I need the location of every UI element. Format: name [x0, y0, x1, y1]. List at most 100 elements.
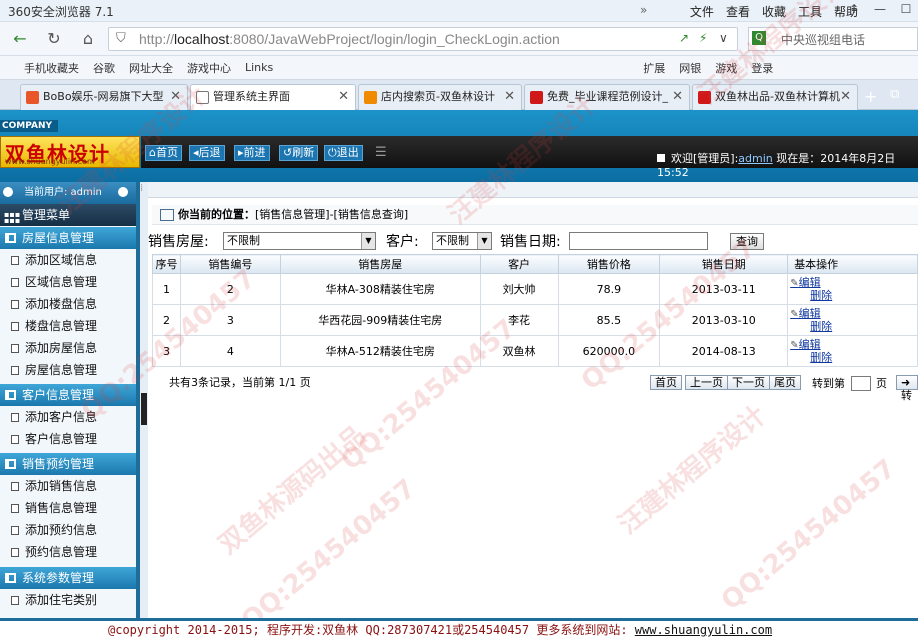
tab-admin-main[interactable]: 管理系统主界面 ✕: [190, 84, 356, 111]
sidebar-item-house-manage[interactable]: 房屋信息管理: [0, 359, 136, 381]
app-header: COMPANY 双鱼林设计 www.shuangyulin.com ⌂首页 ◂后…: [0, 110, 918, 182]
cell-customer: 刘大帅: [479, 273, 559, 305]
query-button[interactable]: 查询: [730, 233, 764, 250]
col-date: 销售日期: [659, 254, 789, 274]
minimize-icon[interactable]: —: [868, 0, 892, 20]
refresh-icon[interactable]: ↻: [42, 27, 66, 51]
house-filter-label: 销售房屋:: [148, 234, 209, 250]
home-button[interactable]: ⌂首页: [145, 145, 182, 161]
search-engine-icon[interactable]: Q: [752, 31, 766, 45]
sidebar-item-sale-manage[interactable]: 销售信息管理: [0, 497, 136, 519]
chevron-down-icon[interactable]: ∨: [719, 31, 728, 45]
new-tab-icon[interactable]: +: [864, 87, 877, 106]
restore-tab-icon[interactable]: ⧉: [890, 87, 899, 102]
customer-select[interactable]: 不限制 ▼: [432, 232, 492, 250]
bookmark-games-center[interactable]: 游戏中心: [187, 60, 231, 76]
menu-view[interactable]: 查看: [726, 3, 750, 20]
footer-site-link[interactable]: www.shuangyulin.com: [635, 623, 772, 637]
next-page-button[interactable]: 下一页: [727, 375, 770, 390]
logout-button[interactable]: ⏻退出: [324, 145, 363, 161]
company-label: COMPANY: [0, 120, 58, 132]
bookmark-mobile[interactable]: 手机收藏夹: [24, 60, 79, 76]
page-number-input[interactable]: [851, 376, 871, 391]
page-icon: [11, 504, 19, 513]
page-icon: [11, 344, 19, 353]
tab-bobo[interactable]: BoBo娱乐-网易旗下大型 ✕: [20, 84, 188, 110]
tab-shop-search[interactable]: 店内搜索页-双鱼林设计 ✕: [358, 84, 522, 110]
edit-link[interactable]: ✎编辑: [790, 307, 917, 321]
first-page-button[interactable]: 首页: [650, 375, 682, 390]
prev-page-button[interactable]: 上一页: [685, 375, 728, 390]
close-icon[interactable]: ✕: [840, 85, 851, 109]
sidebar-item-add-customer[interactable]: 添加客户信息: [0, 406, 136, 428]
cell-customer: 双鱼林: [479, 335, 559, 367]
house-select[interactable]: 不限制 ▼: [223, 232, 376, 250]
bookmark-google[interactable]: 谷歌: [93, 60, 115, 76]
last-page-button[interactable]: 尾页: [769, 375, 801, 390]
tab-label: 店内搜索页-双鱼林设计: [381, 90, 495, 103]
group-sales[interactable]: 销售预约管理: [0, 453, 136, 475]
toolbar-extensions[interactable]: 扩展: [643, 60, 665, 76]
welcome-user-link[interactable]: admin: [738, 152, 772, 165]
sidebar-item-customer-manage[interactable]: 客户信息管理: [0, 428, 136, 450]
pin-icon[interactable]: ⇞: [842, 0, 866, 20]
address-toolbar: ← ↻ ⌂ ⛉ http://localhost:8080/JavaWebPro…: [0, 22, 918, 56]
table-row: 1 2 华林A-308精装住宅房 刘大帅 78.9 2013-03-11 ✎编辑…: [152, 273, 918, 305]
sidebar-item-area-manage[interactable]: 区域信息管理: [0, 271, 136, 293]
home-icon[interactable]: ⌂: [76, 27, 100, 51]
refresh-button[interactable]: ↺刷新: [279, 145, 319, 161]
sidebar-item-add-house[interactable]: 添加房屋信息: [0, 337, 136, 359]
close-icon[interactable]: ✕: [504, 85, 515, 109]
menu-tools[interactable]: 工具: [798, 3, 822, 20]
page-icon: [11, 548, 19, 557]
edit-link[interactable]: ✎编辑: [790, 276, 917, 290]
edit-link[interactable]: ✎编辑: [790, 338, 917, 352]
close-icon[interactable]: ✕: [170, 85, 181, 109]
bolt-icon[interactable]: ⚡: [699, 31, 707, 45]
group-system[interactable]: 系统参数管理: [0, 567, 136, 589]
toolbar-games[interactable]: 游戏: [715, 60, 737, 76]
sidebar-item-add-sale[interactable]: 添加销售信息: [0, 475, 136, 497]
sidebar-item-building-manage[interactable]: 楼盘信息管理: [0, 315, 136, 337]
goto-button[interactable]: ➜转: [896, 375, 918, 402]
close-icon[interactable]: ✕: [672, 85, 683, 109]
back-icon[interactable]: ←: [8, 27, 32, 51]
menu-icon[interactable]: ☰: [375, 145, 387, 160]
group-customer[interactable]: 客户信息管理: [0, 384, 136, 406]
maximize-icon[interactable]: ☐: [894, 0, 918, 20]
pager: 共有3条记录，当前第 1/1 页 首页 上一页 下一页 尾页 转到第 页 ➜转: [152, 372, 918, 402]
sidebar-item-add-reservation[interactable]: 添加预约信息: [0, 519, 136, 541]
url-input[interactable]: ⛉ http://localhost:8080/JavaWebProject/l…: [108, 27, 738, 51]
forward-button[interactable]: ▸前进: [234, 145, 270, 161]
close-icon[interactable]: ✕: [338, 85, 349, 109]
sidebar-item-add-area[interactable]: 添加区域信息: [0, 249, 136, 271]
sidebar-item-reservation-manage[interactable]: 预约信息管理: [0, 541, 136, 563]
bookmark-hao[interactable]: 网址大全: [129, 60, 173, 76]
date-input[interactable]: [569, 232, 708, 250]
tab-free-course[interactable]: 免费_毕业课程范例设计_ ✕: [524, 84, 690, 110]
bookmark-links[interactable]: Links: [245, 61, 273, 74]
menu-file[interactable]: 文件: [690, 3, 714, 20]
sidebar-item-add-house-type[interactable]: 添加住宅类别: [0, 589, 136, 611]
cell-customer: 李花: [479, 304, 559, 336]
delete-link[interactable]: 删除: [790, 320, 917, 333]
page-icon: [11, 366, 19, 375]
chevron-right-icon[interactable]: »: [640, 3, 647, 17]
footer: @copyright 2014-2015; 程序开发:双鱼林 QQ:287307…: [0, 618, 918, 640]
collapse-sidebar-button[interactable]: [141, 393, 147, 425]
delete-link[interactable]: 删除: [790, 289, 917, 302]
shield-icon: ⛉: [116, 31, 126, 46]
back-button[interactable]: ◂后退: [189, 145, 225, 161]
tab-shuangyulin[interactable]: 双鱼林出品-双鱼林计算机 ✕: [692, 84, 858, 110]
cell-date: 2013-03-10: [659, 304, 789, 336]
delete-link[interactable]: 删除: [790, 351, 917, 364]
taobao-favicon-icon: [364, 91, 377, 104]
group-house[interactable]: 房屋信息管理: [0, 227, 136, 249]
pencil-icon: ✎: [790, 308, 799, 320]
menu-favorites[interactable]: 收藏: [762, 3, 786, 20]
share-icon[interactable]: ↗: [679, 31, 689, 45]
toolbar-login[interactable]: 登录: [751, 60, 773, 76]
toolbar-netbank[interactable]: 网银: [679, 60, 701, 76]
search-input[interactable]: Q 中央巡视组电话: [748, 27, 918, 51]
sidebar-item-add-building[interactable]: 添加楼盘信息: [0, 293, 136, 315]
